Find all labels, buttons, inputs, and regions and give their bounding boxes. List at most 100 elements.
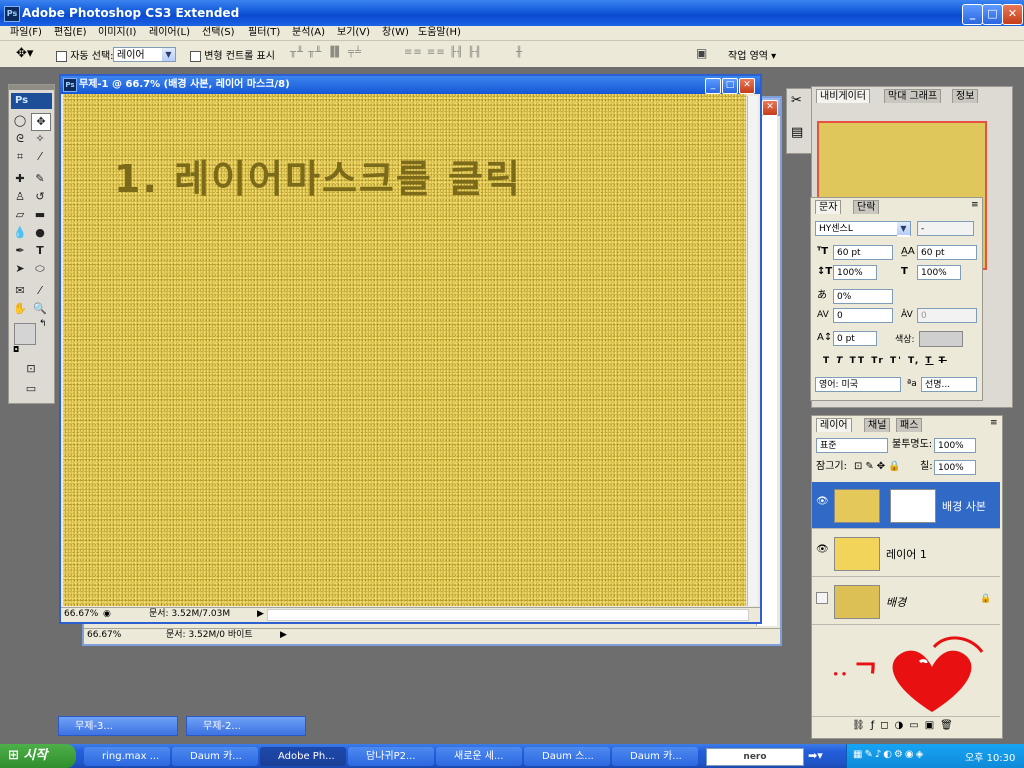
- menu-view[interactable]: 보기(V): [337, 26, 370, 40]
- auto-align-icon[interactable]: ╫: [516, 47, 523, 59]
- notes-tool-icon[interactable]: ✉: [11, 283, 29, 299]
- small-caps-button[interactable]: Tr: [871, 356, 885, 366]
- nero-go-icon[interactable]: ➡▾: [808, 749, 823, 762]
- fill-field[interactable]: 100%: [934, 460, 976, 475]
- panel-menu-icon[interactable]: ≡: [971, 200, 979, 210]
- text-style-buttons[interactable]: T T TT Tr T' T, T T: [823, 356, 947, 366]
- nero-search-box[interactable]: nero: [706, 748, 804, 766]
- tab-channels[interactable]: 채널: [864, 418, 891, 432]
- eraser-tool-icon[interactable]: ▱: [11, 207, 29, 223]
- task-p2p[interactable]: 담나귀P2...: [348, 747, 434, 766]
- brush-tool-icon[interactable]: ✎: [31, 171, 49, 187]
- path-select-icon[interactable]: ➤: [11, 261, 29, 277]
- document-minimize-button[interactable]: _: [705, 78, 721, 94]
- horizontal-scale-field[interactable]: 100%: [917, 265, 961, 280]
- status-menu-icon[interactable]: ◉: [103, 608, 111, 621]
- screen-mode-icon[interactable]: ▭: [22, 381, 40, 397]
- document-info-arrow[interactable]: ▶: [257, 608, 264, 621]
- document-back-info-arrow[interactable]: ▶: [280, 629, 287, 642]
- tab-character[interactable]: 문자: [815, 200, 842, 214]
- tools-grip[interactable]: [9, 85, 54, 90]
- layer-comps-icon[interactable]: ▤: [791, 125, 803, 140]
- dodge-tool-icon[interactable]: ●: [31, 225, 49, 241]
- baseline-shift-field[interactable]: 0 pt: [833, 331, 877, 346]
- document-maximize-button[interactable]: □: [722, 78, 738, 94]
- task-daum-1[interactable]: Daum 카...: [172, 747, 258, 766]
- hand-tool-icon[interactable]: ✋: [11, 301, 29, 317]
- ps-logo[interactable]: Ps: [11, 93, 52, 109]
- eyedropper-sample-icon[interactable]: ⁄: [31, 283, 49, 299]
- document-zoom[interactable]: 66.67%: [64, 608, 98, 621]
- menu-filter[interactable]: 필터(T): [248, 26, 280, 40]
- task-daum-2[interactable]: Daum 스...: [524, 747, 610, 766]
- maximize-button[interactable]: □: [982, 4, 1003, 25]
- document-close-button[interactable]: ✕: [739, 78, 755, 94]
- eye-icon[interactable]: 👁: [816, 544, 829, 555]
- tracking-percent-field[interactable]: 0%: [833, 289, 893, 304]
- layer-row-background-copy[interactable]: 👁 배경 사본: [812, 482, 1000, 529]
- workspace-menu[interactable]: 작업 영역 ▾: [728, 47, 776, 62]
- layer-row-background[interactable]: 배경 🔒: [812, 578, 1000, 625]
- blend-mode-select[interactable]: 표준: [816, 438, 888, 453]
- gradient-tool-icon[interactable]: ▬: [31, 207, 49, 223]
- document-info[interactable]: 문서: 3.52M/7.03M: [149, 608, 230, 621]
- superscript-button[interactable]: T': [890, 356, 903, 366]
- menu-image[interactable]: 이미지(I): [98, 26, 136, 40]
- blur-tool-icon[interactable]: 💧: [11, 225, 29, 241]
- menu-analysis[interactable]: 분석(A): [292, 26, 325, 40]
- healing-brush-icon[interactable]: ✚: [11, 171, 29, 187]
- eye-icon[interactable]: 👁: [816, 496, 829, 507]
- tracking-field[interactable]: 0: [917, 308, 977, 323]
- layer-mask-thumbnail[interactable]: [890, 489, 936, 523]
- antialias-select[interactable]: 선명...: [921, 377, 977, 392]
- auto-select-checkbox[interactable]: 자동 선택:: [56, 47, 114, 62]
- menu-layer[interactable]: 레이어(L): [149, 26, 190, 40]
- visibility-toggle[interactable]: [816, 592, 828, 604]
- font-size-field[interactable]: 60 pt: [833, 245, 893, 260]
- auto-select-dropdown[interactable]: 레이어 ▼: [113, 47, 176, 62]
- tab-info[interactable]: 정보: [952, 89, 979, 103]
- minimized-document-2[interactable]: 무제-2...: [186, 716, 306, 736]
- layer-row-layer1[interactable]: 👁 레이어 1: [812, 530, 1000, 577]
- lock-icons[interactable]: ⊡✎✥🔒: [854, 460, 904, 474]
- default-colors-icon[interactable]: ◘: [13, 345, 19, 354]
- start-button[interactable]: ⊞ 시작: [0, 744, 76, 768]
- document-horizontal-scrollbar[interactable]: [267, 609, 749, 621]
- close-button[interactable]: ✕: [1002, 4, 1023, 25]
- clock[interactable]: 오후 10:30: [965, 749, 1015, 764]
- task-ring-max[interactable]: ring.max ...: [84, 747, 170, 766]
- tab-histogram[interactable]: 막대 그래프: [884, 89, 942, 103]
- tab-paragraph[interactable]: 단락: [853, 200, 880, 214]
- strikethrough-button[interactable]: T: [939, 356, 947, 366]
- layers-bottom-buttons[interactable]: ⛓ƒ◻◑▭▣🗑: [812, 716, 1000, 734]
- menu-window[interactable]: 창(W): [382, 26, 409, 40]
- transform-controls-checkbox[interactable]: 변형 컨트롤 표시: [190, 47, 275, 62]
- document-vertical-scrollbar[interactable]: [747, 96, 758, 606]
- move-tool-icon[interactable]: ✥▾: [16, 46, 33, 61]
- zoom-tool-icon[interactable]: 🔍: [31, 301, 49, 317]
- minimize-button[interactable]: _: [962, 4, 983, 25]
- menu-help[interactable]: 도움말(H): [418, 26, 461, 40]
- tab-navigator[interactable]: 내비게이터: [816, 89, 870, 103]
- faux-italic-button[interactable]: T: [836, 356, 844, 366]
- task-photoshop[interactable]: Adobe Ph...: [260, 747, 346, 766]
- move-tool-icon[interactable]: ✥: [31, 113, 51, 131]
- document-back-close-button[interactable]: ✕: [762, 100, 778, 116]
- swap-colors-icon[interactable]: ↰: [39, 319, 47, 329]
- document-back-zoom[interactable]: 66.67%: [87, 629, 121, 642]
- language-select[interactable]: 영어: 미국: [815, 377, 901, 392]
- eyedropper-icon[interactable]: ⁄: [31, 149, 49, 165]
- faux-bold-button[interactable]: T: [823, 356, 831, 366]
- vertical-scale-field[interactable]: 100%: [833, 265, 877, 280]
- quick-mask-icon[interactable]: ⊡: [22, 361, 40, 377]
- crop-tool-icon[interactable]: ⌗: [11, 149, 29, 165]
- history-brush-icon[interactable]: ↺: [31, 189, 49, 205]
- lasso-tool-icon[interactable]: ᘓ: [11, 131, 29, 147]
- bridge-icon[interactable]: ▣: [696, 46, 707, 60]
- subscript-button[interactable]: T,: [908, 356, 920, 366]
- font-style-select[interactable]: -: [917, 221, 974, 236]
- task-new-world[interactable]: 새로운 세...: [436, 747, 522, 766]
- shape-tool-icon[interactable]: ⬭: [31, 261, 49, 277]
- layers-panel-menu-icon[interactable]: ≡: [990, 418, 998, 428]
- text-color-swatch[interactable]: [919, 331, 963, 347]
